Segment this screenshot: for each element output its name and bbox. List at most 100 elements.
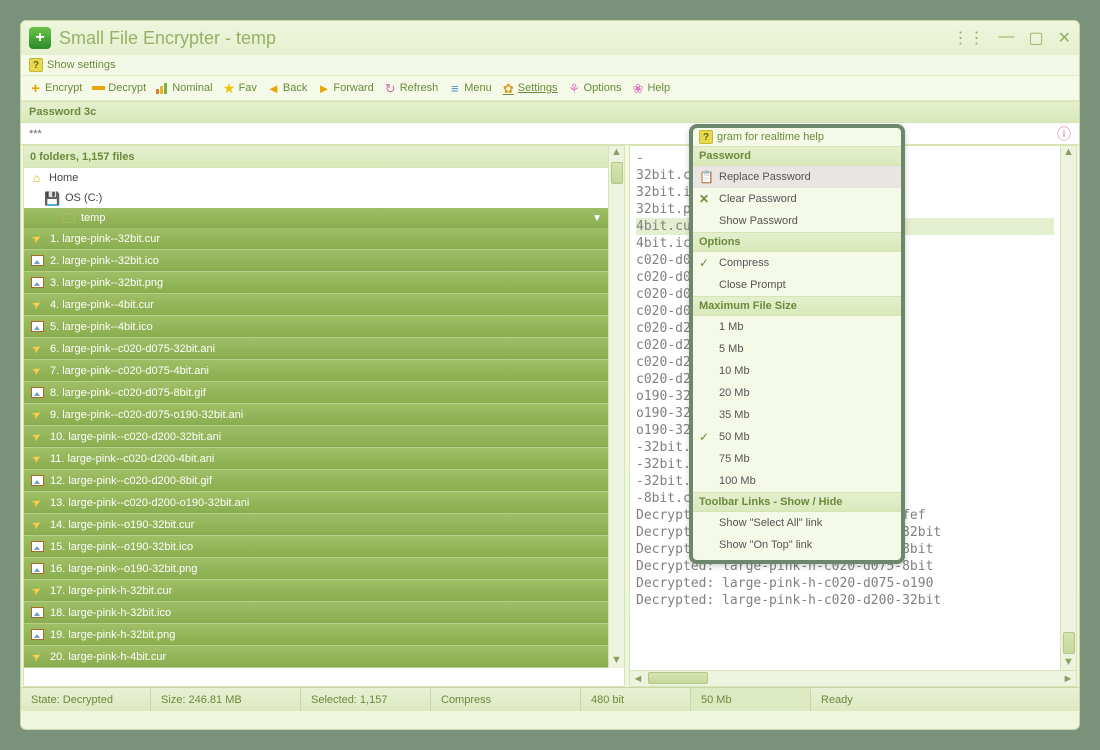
image-icon	[31, 321, 44, 332]
file-row[interactable]: ➤ 4. large-pink--4bit.cur	[24, 294, 608, 316]
help-button[interactable]: ❀Help	[631, 82, 670, 95]
popup-size-option[interactable]: ✓50 Mb	[693, 426, 901, 448]
file-label: 5. large-pink--4bit.ico	[50, 321, 153, 333]
file-row[interactable]: 15. large-pink--o190-32bit.ico	[24, 536, 608, 558]
popup-size-option[interactable]: 75 Mb	[693, 448, 901, 470]
popup-group-options: Options	[693, 232, 901, 252]
cursor-icon: ➤	[30, 231, 44, 247]
file-row[interactable]: 8. large-pink--c020-d075-8bit.gif	[24, 382, 608, 404]
cursor-icon: ➤	[30, 297, 44, 313]
right-vscrollbar[interactable]: ▲ ▼	[1060, 146, 1076, 670]
cursor-icon: ➤	[30, 407, 44, 423]
file-row[interactable]: 5. large-pink--4bit.ico	[24, 316, 608, 338]
right-hscrollbar[interactable]: ◄ ►	[630, 670, 1076, 686]
check-icon: ✓	[699, 256, 713, 270]
popup-size-option[interactable]: 20 Mb	[693, 382, 901, 404]
file-row[interactable]: 2. large-pink--32bit.ico	[24, 250, 608, 272]
status-size: Size: 246.81 MB	[151, 688, 301, 711]
image-icon	[31, 607, 44, 618]
file-label: 20. large-pink-h-4bit.cur	[50, 651, 166, 663]
popup-compress[interactable]: ✓Compress	[693, 252, 901, 274]
file-label: 3. large-pink--32bit.png	[50, 277, 163, 289]
file-label: 18. large-pink-h-32bit.ico	[50, 607, 171, 619]
left-scrollbar[interactable]: ▲ ▼	[608, 146, 624, 668]
file-label: 11. large-pink--c020-d200-4bit.ani	[50, 453, 214, 465]
back-button[interactable]: ◄Back	[267, 82, 307, 95]
status-maxsize: 50 Mb	[691, 688, 811, 711]
bars-icon	[156, 82, 169, 94]
file-row[interactable]: ➤14. large-pink--o190-32bit.cur	[24, 514, 608, 536]
popup-size-option[interactable]: 1 Mb	[693, 316, 901, 338]
cursor-icon: ➤	[30, 495, 44, 511]
encrypt-button[interactable]: +Encrypt	[29, 82, 82, 95]
minimize-button[interactable]: —	[998, 28, 1014, 48]
file-row[interactable]: ➤20. large-pink-h-4bit.cur	[24, 646, 608, 668]
file-label: 14. large-pink--o190-32bit.cur	[50, 519, 194, 531]
image-icon	[31, 563, 44, 574]
file-row[interactable]: ➤17. large-pink-h-32bit.cur	[24, 580, 608, 602]
file-row[interactable]: ➤ 11. large-pink--c020-d200-4bit.ani	[24, 448, 608, 470]
file-row[interactable]: 3. large-pink--32bit.png	[24, 272, 608, 294]
cursor-icon: ➤	[30, 451, 44, 467]
image-icon	[31, 475, 44, 486]
file-row[interactable]: 16. large-pink--o190-32bit.png	[24, 558, 608, 580]
password-hint-icon[interactable]: ⓘ	[1057, 124, 1071, 144]
grip-icon: ⋮⋮	[952, 28, 984, 48]
popup-size-option[interactable]: 35 Mb	[693, 404, 901, 426]
popup-show-selectall[interactable]: Show "Select All" link	[693, 512, 901, 534]
popup-size-option[interactable]: 100 Mb	[693, 470, 901, 492]
file-row[interactable]: ➤ 9. large-pink--c020-d075-o190-32bit.ani	[24, 404, 608, 426]
arrow-right-icon: ►	[317, 82, 330, 95]
file-label: 2. large-pink--32bit.ico	[50, 255, 159, 267]
maximize-button[interactable]: ▢	[1028, 28, 1043, 48]
star-icon: ★	[223, 82, 236, 95]
password-field[interactable]: *** ⓘ	[21, 123, 1079, 145]
file-label: 4. large-pink--4bit.cur	[50, 299, 154, 311]
popup-show-password[interactable]: Show Password	[693, 210, 901, 232]
fav-button[interactable]: ★Fav	[223, 82, 257, 95]
popup-show-ontop[interactable]: Show "On Top" link	[693, 534, 901, 556]
settings-button[interactable]: ✿Settings	[502, 82, 558, 95]
decrypt-button[interactable]: Decrypt	[92, 82, 146, 94]
nav-home[interactable]: ⌂Home	[24, 168, 608, 188]
close-button[interactable]: ✕	[1058, 28, 1071, 48]
popup-clear-password[interactable]: ✕Clear Password	[693, 188, 901, 210]
gear-icon: ✿	[502, 82, 515, 95]
file-row[interactable]: ➤13. large-pink--c020-d200-o190-32bit.an…	[24, 492, 608, 514]
popup-size-option[interactable]: 5 Mb	[693, 338, 901, 360]
file-row[interactable]: ➤7. large-pink--c020-d075-4bit.ani	[24, 360, 608, 382]
popup-size-option[interactable]: 10 Mb	[693, 360, 901, 382]
file-label: 9. large-pink--c020-d075-o190-32bit.ani	[50, 409, 243, 421]
image-icon	[31, 277, 44, 288]
refresh-icon: ↻	[384, 82, 397, 95]
options-button[interactable]: ⚘Options	[568, 82, 622, 95]
nominal-button[interactable]: Nominal	[156, 82, 212, 94]
popup-group-maxsize: Maximum File Size	[693, 296, 901, 316]
help-icon: ?	[29, 58, 43, 72]
status-compress: Compress	[431, 688, 581, 711]
log-line: Decrypted: large-pink-h-c020-d075-o190	[636, 575, 1054, 592]
popup-close-prompt[interactable]: Close Prompt	[693, 274, 901, 296]
forward-button[interactable]: ►Forward	[317, 82, 373, 95]
image-icon	[31, 541, 44, 552]
nav-folder-temp[interactable]: 🗀temp▼	[24, 208, 608, 228]
file-row[interactable]: ➤1. large-pink--32bit.cur	[24, 228, 608, 250]
menu-button[interactable]: ≡Menu	[448, 82, 492, 95]
file-row[interactable]: 18. large-pink-h-32bit.ico	[24, 602, 608, 624]
cursor-icon: ➤	[30, 429, 44, 445]
paste-icon: 📋	[699, 170, 713, 184]
file-label: 17. large-pink-h-32bit.cur	[50, 585, 172, 597]
popup-replace-password[interactable]: 📋Replace Password	[693, 166, 901, 188]
nav-drive[interactable]: 💾OS (C:)	[24, 188, 608, 208]
file-label: 19. large-pink-h-32bit.png	[50, 629, 175, 641]
titlebar: + Small File Encrypter - temp ⋮⋮ — ▢ ✕	[21, 21, 1079, 55]
toolbar: +Encrypt Decrypt Nominal ★Fav ◄Back ►For…	[21, 75, 1079, 101]
file-row[interactable]: 19. large-pink-h-32bit.png	[24, 624, 608, 646]
arrow-left-icon: ◄	[267, 82, 280, 95]
file-row[interactable]: 12. large-pink--c020-d200-8bit.gif	[24, 470, 608, 492]
app-window: + Small File Encrypter - temp ⋮⋮ — ▢ ✕ ?…	[20, 20, 1080, 730]
refresh-button[interactable]: ↻Refresh	[384, 82, 439, 95]
password-value: ***	[29, 128, 42, 140]
file-row[interactable]: ➤10. large-pink--c020-d200-32bit.ani	[24, 426, 608, 448]
file-row[interactable]: ➤6. large-pink--c020-d075-32bit.ani	[24, 338, 608, 360]
